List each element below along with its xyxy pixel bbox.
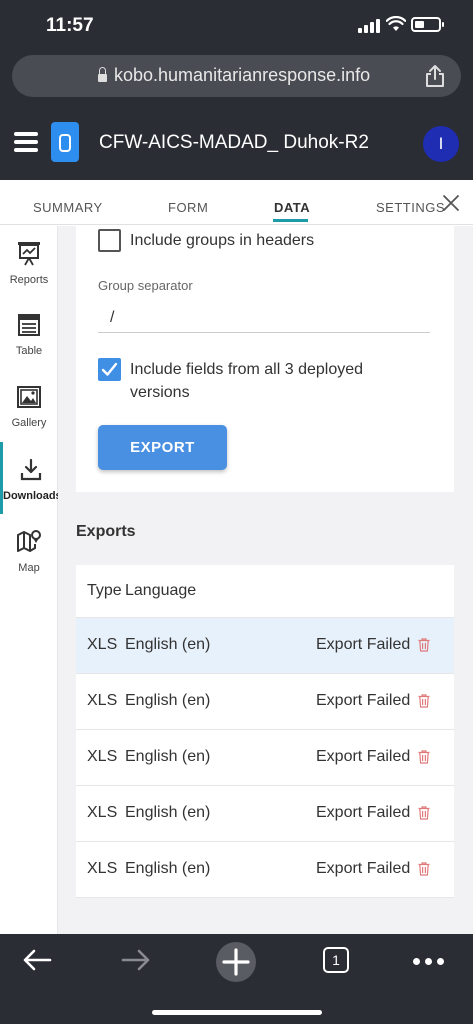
row-status: Export Failed xyxy=(316,636,411,653)
row-type: XLS xyxy=(87,636,118,653)
sidebar-item-label: Map xyxy=(18,562,40,574)
table-row[interactable]: XLS English (en) Export Failed xyxy=(76,842,454,898)
sidebar-item-label: Downloads xyxy=(3,490,58,502)
tab-data[interactable]: DATA xyxy=(274,200,310,215)
sidebar-item-label: Reports xyxy=(9,274,49,286)
include-fields-label-line2: versions xyxy=(130,384,190,401)
trash-icon[interactable] xyxy=(418,750,430,764)
sidebar-item-label: Table xyxy=(15,345,43,357)
form-icon xyxy=(51,122,79,162)
row-type: XLS xyxy=(87,692,118,709)
status-bar: 11:57 xyxy=(0,0,473,50)
main-content: Include groups in headers Group separato… xyxy=(58,226,473,934)
table-header: Type Language xyxy=(76,565,454,618)
row-status: Export Failed xyxy=(316,748,411,765)
url-text: kobo.humanitarianresponse.info xyxy=(114,65,371,85)
menu-icon[interactable] xyxy=(14,132,38,152)
cellular-signal-icon xyxy=(358,19,380,33)
forward-arrow-icon[interactable] xyxy=(120,948,152,972)
trash-icon[interactable] xyxy=(418,694,430,708)
plus-icon xyxy=(222,948,250,976)
more-icon[interactable] xyxy=(413,958,445,966)
sidebar-item-label: Gallery xyxy=(11,417,47,429)
map-icon xyxy=(17,530,41,552)
export-settings-card: Include groups in headers Group separato… xyxy=(76,226,454,492)
new-tab-button[interactable] xyxy=(216,942,256,982)
tab-settings[interactable]: SETTINGS xyxy=(376,200,445,215)
sidebar-item-downloads[interactable]: Downloads xyxy=(0,442,58,514)
browser-bottom-bar: 1 xyxy=(0,934,473,1024)
page-title: CFW-AICS-MADAD_ Duhok-R2 xyxy=(99,132,369,153)
row-type: XLS xyxy=(87,860,118,877)
wifi-icon xyxy=(386,16,406,31)
download-icon xyxy=(20,458,41,481)
export-button[interactable]: EXPORT xyxy=(98,425,227,470)
row-status: Export Failed xyxy=(316,804,411,821)
tab-form[interactable]: FORM xyxy=(168,200,208,215)
row-language: English (en) xyxy=(125,692,211,709)
row-type: XLS xyxy=(87,748,118,765)
home-indicator xyxy=(152,1010,322,1015)
table-row[interactable]: XLS English (en) Export Failed xyxy=(76,618,454,674)
app-header: CFW-AICS-MADAD_ Duhok-R2 I xyxy=(0,108,473,180)
table-row[interactable]: XLS English (en) Export Failed xyxy=(76,786,454,842)
table-icon xyxy=(18,314,40,336)
row-language: English (en) xyxy=(125,636,211,653)
status-time: 11:57 xyxy=(46,15,94,36)
include-fields-label-line1: Include fields from all 3 deployed xyxy=(130,361,364,378)
header-language: Language xyxy=(125,582,197,599)
sidebar-item-table[interactable]: Table xyxy=(0,313,58,385)
header-type: Type xyxy=(87,582,122,599)
row-type: XLS xyxy=(87,804,118,821)
trash-icon[interactable] xyxy=(418,638,430,652)
sidebar: Reports Table Gallery Downloads Map xyxy=(0,226,58,934)
row-language: English (en) xyxy=(125,804,211,821)
reports-icon xyxy=(18,242,40,266)
active-tab-indicator xyxy=(273,219,308,222)
sidebar-item-reports[interactable]: Reports xyxy=(0,240,58,312)
share-icon[interactable] xyxy=(424,64,446,88)
include-fields-checkbox[interactable] xyxy=(98,358,121,381)
address-bar[interactable]: kobo.humanitarianresponse.info xyxy=(12,55,461,97)
group-separator-label: Group separator xyxy=(98,278,193,293)
sidebar-item-map[interactable]: Map xyxy=(0,528,58,600)
browser-toolbar: kobo.humanitarianresponse.info xyxy=(0,50,473,108)
row-status: Export Failed xyxy=(316,692,411,709)
table-row[interactable]: XLS English (en) Export Failed xyxy=(76,674,454,730)
lock-icon xyxy=(98,67,107,83)
include-groups-checkbox[interactable] xyxy=(98,229,121,252)
battery-icon xyxy=(411,17,444,32)
tabs-button[interactable]: 1 xyxy=(323,947,349,973)
avatar[interactable]: I xyxy=(423,126,459,162)
group-separator-input[interactable] xyxy=(98,303,430,333)
exports-table: Type Language XLS English (en) Export Fa… xyxy=(76,565,454,898)
include-groups-label: Include groups in headers xyxy=(130,232,315,249)
checkmark-icon xyxy=(101,362,118,376)
table-row[interactable]: XLS English (en) Export Failed xyxy=(76,730,454,786)
exports-heading: Exports xyxy=(76,523,136,540)
back-arrow-icon[interactable] xyxy=(21,948,53,972)
tab-summary[interactable]: SUMMARY xyxy=(33,200,103,215)
gallery-icon xyxy=(17,386,41,408)
row-language: English (en) xyxy=(125,748,211,765)
row-language: English (en) xyxy=(125,860,211,877)
tab-bar: SUMMARY FORM DATA SETTINGS xyxy=(0,180,473,225)
trash-icon[interactable] xyxy=(418,862,430,876)
trash-icon[interactable] xyxy=(418,806,430,820)
row-status: Export Failed xyxy=(316,860,411,877)
close-icon[interactable] xyxy=(441,193,461,213)
